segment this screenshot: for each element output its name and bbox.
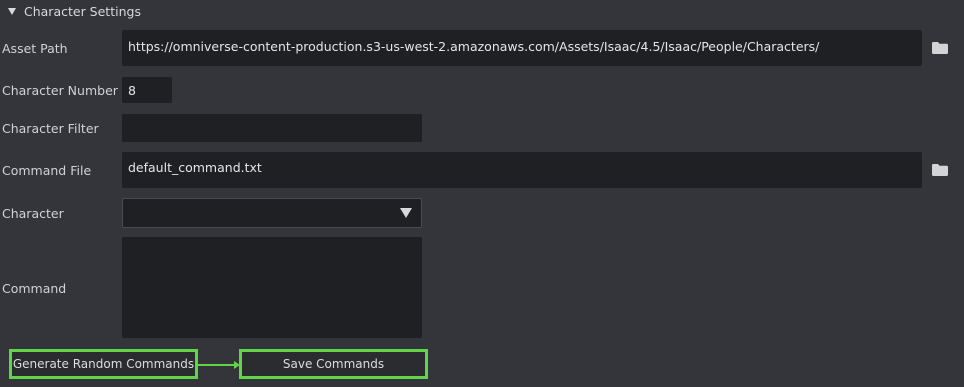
command-file-value: default_command.txt [128, 160, 262, 175]
character-number-label: Character Number [2, 83, 118, 98]
command-file-label: Command File [2, 163, 92, 178]
generate-random-commands-label: Generate Random Commands [12, 357, 195, 371]
asset-path-label: Asset Path [2, 41, 68, 56]
command-label: Command [2, 281, 67, 296]
command-textarea[interactable] [122, 237, 422, 338]
character-dropdown[interactable] [122, 198, 422, 228]
character-label: Character [2, 206, 64, 221]
character-filter-input[interactable] [122, 114, 422, 142]
command-file-input[interactable]: default_command.txt [122, 152, 922, 188]
character-number-value: 8 [128, 83, 136, 98]
generate-random-commands-button[interactable]: Generate Random Commands [9, 349, 198, 379]
folder-icon[interactable] [932, 42, 948, 54]
section-title: Character Settings [24, 3, 141, 19]
character-filter-label: Character Filter [2, 121, 99, 136]
asset-path-input[interactable]: https://omniverse-content-production.s3-… [122, 30, 922, 66]
triangle-down-icon[interactable] [8, 7, 16, 15]
save-commands-button[interactable]: Save Commands [239, 349, 428, 379]
arrow-connector [197, 364, 235, 366]
chevron-down-icon[interactable] [400, 208, 412, 218]
section-header[interactable]: Character Settings [8, 3, 141, 19]
character-settings-panel: Character Settings Asset Path https://om… [0, 0, 964, 387]
folder-icon[interactable] [932, 164, 948, 176]
asset-path-value: https://omniverse-content-production.s3-… [128, 39, 820, 54]
character-number-input[interactable]: 8 [122, 77, 172, 103]
save-commands-label: Save Commands [282, 357, 385, 371]
